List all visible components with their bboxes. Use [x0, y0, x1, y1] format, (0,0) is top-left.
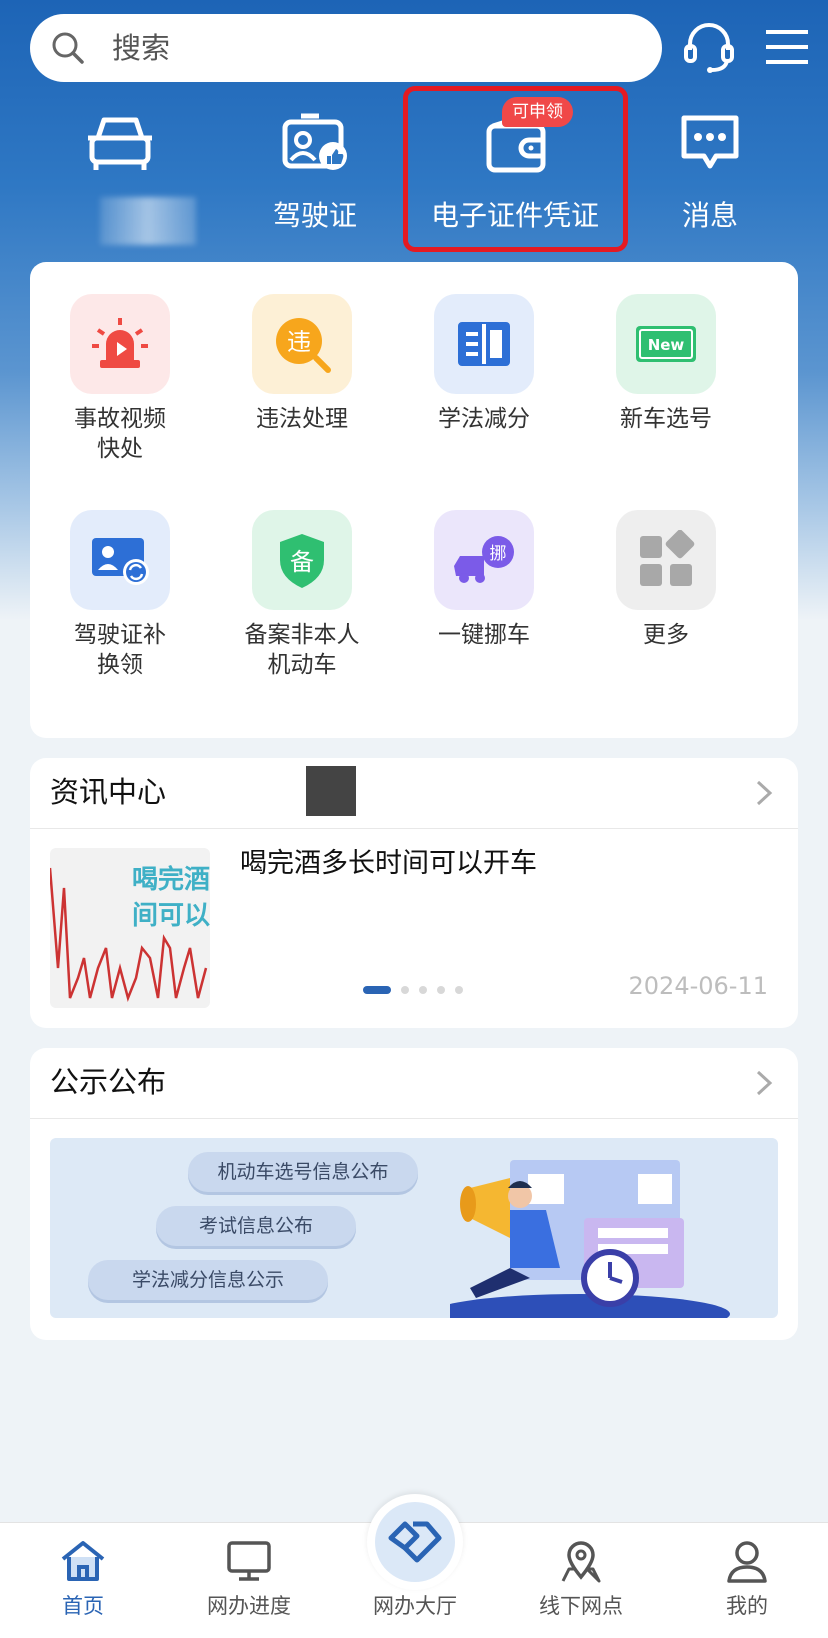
shield-record-icon: 备 — [280, 534, 324, 588]
headset-icon[interactable] — [680, 18, 738, 76]
license-icon — [282, 113, 347, 170]
redacted-label — [100, 197, 196, 245]
service-tile — [70, 294, 170, 394]
notice-pill[interactable]: 机动车选号信息公布 — [188, 1152, 418, 1192]
news-item-date: 2024-06-11 — [628, 972, 768, 1000]
map-pin-icon — [561, 1541, 601, 1583]
search-placeholder: 搜索 — [112, 31, 171, 65]
news-item-title[interactable]: 喝完酒多长时间可以开车 — [240, 844, 537, 884]
license-replace-icon — [92, 538, 149, 585]
service-tile: 违 — [252, 294, 352, 394]
handshake-icon — [388, 1521, 442, 1563]
carousel-dot — [437, 986, 445, 994]
bubble-inner — [375, 1502, 455, 1582]
carousel-dot — [401, 986, 409, 994]
redacted-block — [306, 766, 356, 816]
service-tile — [616, 510, 716, 610]
message-icon — [681, 115, 739, 169]
service-label: 违法处理 — [256, 406, 348, 432]
carousel-dot — [419, 986, 427, 994]
news-card: 资讯中心 喝完酒 间可以 喝完酒多长时间可以开车 2024-06-11 — [30, 758, 798, 1028]
service-tile: New — [616, 294, 716, 394]
service-tile — [434, 294, 534, 394]
new-plate-icon: New — [636, 326, 696, 362]
book-icon — [458, 322, 510, 366]
services-card: 事故视频快处 违 违法处理 学法减分 New 新车选号 驾驶证补换领 备 备案非… — [30, 262, 798, 738]
divider — [30, 1118, 798, 1119]
car-icon — [88, 117, 152, 170]
home-icon — [61, 1541, 105, 1581]
thumb-text: 间可以 — [132, 901, 210, 931]
tab-label: 首页 — [62, 1594, 104, 1618]
service-label: 一键挪车 — [438, 622, 530, 648]
news-section-title: 资讯中心 — [50, 775, 167, 809]
service-label: 备案非本人机动车 — [244, 622, 360, 678]
chevron-right-icon[interactable] — [754, 780, 774, 806]
tab-home[interactable]: 首页 — [0, 1523, 166, 1638]
quick-action-license[interactable]: 驾驶证 — [225, 100, 405, 250]
tab-label: 我的 — [726, 1594, 768, 1618]
violation-icon: 违 — [276, 318, 331, 373]
tab-label: 线下网点 — [539, 1594, 623, 1618]
truck-move-icon: 挪 — [454, 536, 514, 583]
quick-action-label: 驾驶证 — [272, 199, 357, 232]
alarm-light-icon — [92, 318, 148, 368]
thumb-text: 喝完酒 — [132, 864, 210, 895]
tab-label: 网办进度 — [207, 1594, 291, 1618]
online-hall-bubble[interactable] — [367, 1494, 463, 1590]
notice-pill[interactable]: 考试信息公布 — [156, 1206, 356, 1246]
move-glyph: 挪 — [490, 544, 507, 564]
service-label: 新车选号 — [620, 406, 712, 432]
news-thumbnail[interactable]: 喝完酒 间可以 — [50, 848, 210, 1008]
divider — [30, 828, 798, 829]
service-tile — [70, 510, 170, 610]
more-grid-icon — [640, 530, 695, 586]
notice-pill[interactable]: 学法减分信息公示 — [88, 1260, 328, 1300]
service-tile: 挪 — [434, 510, 534, 610]
quick-action-messages[interactable]: 消息 — [620, 100, 800, 250]
violation-glyph: 违 — [287, 328, 311, 356]
tab-progress[interactable]: 网办进度 — [166, 1523, 332, 1638]
tab-label: 网办大厅 — [373, 1594, 457, 1618]
menu-icon[interactable] — [758, 18, 816, 76]
service-label: 驾驶证补换领 — [74, 622, 166, 678]
notices-card: 公示公布 机动车选号信息公布 考试信息公布 学法减分信息公示 — [30, 1048, 798, 1340]
carousel-dot — [363, 986, 391, 994]
new-plate-glyph: New — [648, 336, 685, 354]
user-icon — [727, 1541, 767, 1583]
service-label: 事故视频快处 — [74, 406, 166, 462]
notices-section-title: 公示公布 — [50, 1065, 167, 1099]
quick-action-label: 电子证件凭证 — [430, 199, 599, 232]
notices-banner[interactable]: 机动车选号信息公布 考试信息公布 学法减分信息公示 — [50, 1138, 778, 1318]
service-label: 更多 — [643, 622, 689, 648]
record-glyph: 备 — [290, 548, 314, 576]
tab-mine[interactable]: 我的 — [664, 1523, 828, 1638]
search-icon — [52, 32, 84, 64]
tab-offline-outlets[interactable]: 线下网点 — [498, 1523, 664, 1638]
claimable-badge: 可申领 — [502, 97, 573, 127]
service-label: 学法减分 — [438, 406, 530, 432]
monitor-icon — [227, 1541, 271, 1581]
heart-rate-graphic: 喝完酒 间可以 — [50, 864, 210, 1002]
announcement-illustration — [450, 1160, 730, 1318]
service-tile: 备 — [252, 510, 352, 610]
quick-action-label: 消息 — [681, 199, 738, 232]
search-input[interactable]: 搜索 — [30, 14, 662, 82]
carousel-dot — [455, 986, 463, 994]
chevron-right-icon[interactable] — [754, 1070, 774, 1096]
